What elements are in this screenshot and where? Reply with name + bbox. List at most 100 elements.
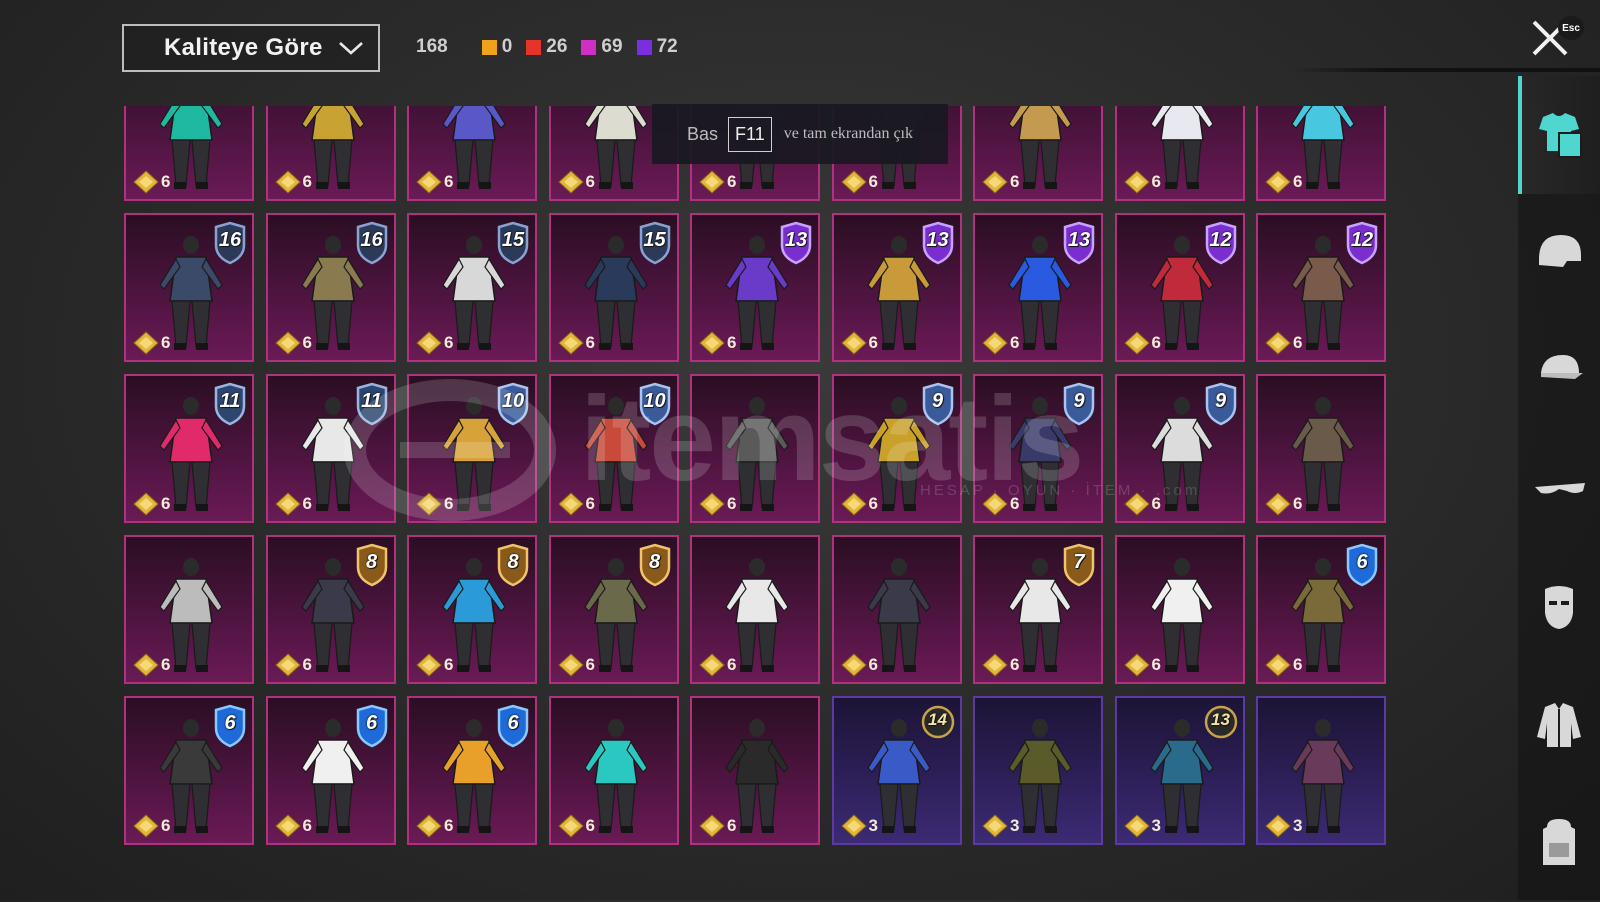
level-badge: 6 <box>354 704 390 748</box>
outfit-card[interactable]: 13 6 <box>690 213 820 362</box>
helmet-icon <box>1539 235 1581 267</box>
outfit-card[interactable]: 10 6 <box>548 374 679 523</box>
outfit-card[interactable]: 6 <box>690 535 820 684</box>
outfit-card[interactable]: 96 <box>973 374 1103 523</box>
card-stat: 6 <box>698 330 736 356</box>
card-stat: 6 <box>698 491 736 517</box>
outfit-card[interactable]: 86 <box>265 535 396 684</box>
outfit-card[interactable]: 6 <box>124 535 254 684</box>
card-stat: 3 <box>1264 813 1302 839</box>
count-gold-value: 0 <box>501 36 513 57</box>
star-diamond-icon <box>557 170 584 194</box>
sidebar-item-cap[interactable] <box>1518 312 1600 430</box>
outfit-card[interactable]: 11 6 <box>265 374 396 523</box>
star-diamond-icon <box>699 492 725 516</box>
outfit-card[interactable]: 6 <box>407 106 537 201</box>
star-diamond-icon <box>1265 814 1291 838</box>
sidebar-item-jacket[interactable] <box>1518 666 1600 784</box>
outfit-card[interactable]: 11 6 <box>124 374 254 523</box>
star-diamond-icon <box>274 653 301 677</box>
star-diamond-icon <box>1265 170 1291 194</box>
outfit-card[interactable]: 96 <box>831 374 962 523</box>
level-badge: 14 <box>920 704 956 748</box>
star-diamond-icon <box>133 653 159 677</box>
outfit-card[interactable]: 96 <box>1114 374 1245 523</box>
level-badge: 13 <box>1203 704 1239 748</box>
cap-icon <box>1541 355 1583 379</box>
outfit-card[interactable]: 6 <box>1256 106 1386 201</box>
category-sidebar <box>1518 76 1600 900</box>
card-stat: 6 <box>557 491 595 517</box>
outfit-card[interactable]: 6 <box>1114 106 1245 201</box>
star-diamond-icon <box>840 492 867 516</box>
outfit-card[interactable]: 86 <box>407 535 537 684</box>
outfit-card[interactable]: 3 <box>1256 696 1386 845</box>
outfit-card[interactable]: 66 <box>407 696 537 845</box>
outfit-card[interactable]: 13 6 <box>831 213 962 362</box>
sort-dropdown[interactable]: Kaliteye Göre <box>122 24 380 72</box>
card-stat-value: 6 <box>1293 494 1303 513</box>
outfit-card[interactable]: 6 <box>690 374 820 523</box>
card-stat: 3 <box>981 813 1019 839</box>
card-stat: 6 <box>1264 169 1302 195</box>
card-stat: 6 <box>1264 491 1302 517</box>
sidebar-item-mask[interactable] <box>1518 548 1600 666</box>
outfit-card[interactable]: 10 6 <box>407 374 537 523</box>
star-diamond-icon <box>416 331 442 355</box>
card-stat-value: 6 <box>727 333 737 352</box>
card-stat-value: 6 <box>1010 655 1020 674</box>
star-diamond-icon <box>416 814 442 838</box>
outfit-card[interactable]: 66 <box>124 696 254 845</box>
star-diamond-icon <box>557 331 584 355</box>
card-stat-value: 3 <box>868 816 878 835</box>
card-stat: 6 <box>1123 491 1161 517</box>
card-stat-value: 6 <box>1293 172 1303 191</box>
glasses-icon <box>1535 483 1585 494</box>
outfit-card[interactable]: 66 <box>265 696 396 845</box>
outfit-card[interactable]: 66 <box>1256 535 1386 684</box>
star-diamond-icon <box>133 492 159 516</box>
sidebar-item-outfit[interactable] <box>1518 76 1600 194</box>
outfit-card[interactable]: 76 <box>973 535 1103 684</box>
card-stat: 6 <box>981 330 1019 356</box>
sidebar-item-glasses[interactable] <box>1518 430 1600 548</box>
fullscreen-tooltip: Bas F11 ve tam ekrandan çık <box>652 104 948 164</box>
outfit-card[interactable]: 6 <box>690 696 820 845</box>
outfit-card[interactable]: 13 6 <box>973 213 1103 362</box>
card-stat-value: 6 <box>727 494 737 513</box>
outfit-card[interactable]: 6 <box>1114 535 1245 684</box>
sidebar-item-backpack[interactable] <box>1518 784 1600 902</box>
outfit-card[interactable]: 6 <box>831 535 962 684</box>
outfit-card[interactable]: 12 6 <box>1114 213 1245 362</box>
card-stat: 3 <box>1123 813 1161 839</box>
sidebar-item-helmet[interactable] <box>1518 194 1600 312</box>
outfit-card[interactable]: 6 <box>548 696 679 845</box>
outfit-card[interactable]: 6 <box>1256 374 1386 523</box>
outfit-card[interactable]: 6 <box>265 106 396 201</box>
card-stat-value: 6 <box>444 655 454 674</box>
card-stat: 6 <box>274 330 312 356</box>
card-stat-value: 6 <box>1151 333 1161 352</box>
outfit-card[interactable]: 6 <box>973 106 1103 201</box>
star-diamond-icon <box>274 814 301 838</box>
outfit-icon <box>1539 113 1582 158</box>
outfit-card[interactable]: 13 3 <box>1114 696 1245 845</box>
card-stat: 6 <box>840 330 878 356</box>
card-stat: 6 <box>132 330 170 356</box>
outfit-card[interactable]: 86 <box>548 535 679 684</box>
card-stat-value: 3 <box>1010 816 1020 835</box>
inventory-grid-viewport[interactable]: 6 6 6 6 6 6 6 6 6 16 6 16 6 15 6 15 6 13 6 13 6 13 6 12 6 12 6 11 6 1… <box>124 106 1396 868</box>
star-diamond-icon <box>557 653 584 677</box>
outfit-card[interactable]: 16 6 <box>124 213 254 362</box>
level-badge: 10 <box>637 382 673 426</box>
outfit-card[interactable]: 6 <box>124 106 254 201</box>
outfit-card[interactable]: 15 6 <box>548 213 679 362</box>
star-diamond-icon <box>982 653 1008 677</box>
outfit-card[interactable]: 12 6 <box>1256 213 1386 362</box>
outfit-card[interactable]: 14 3 <box>831 696 962 845</box>
outfit-card[interactable]: 15 6 <box>407 213 537 362</box>
outfit-card[interactable]: 3 <box>973 696 1103 845</box>
level-badge: 7 <box>1061 543 1097 587</box>
outfit-card[interactable]: 16 6 <box>265 213 396 362</box>
card-stat-value: 6 <box>302 816 312 835</box>
